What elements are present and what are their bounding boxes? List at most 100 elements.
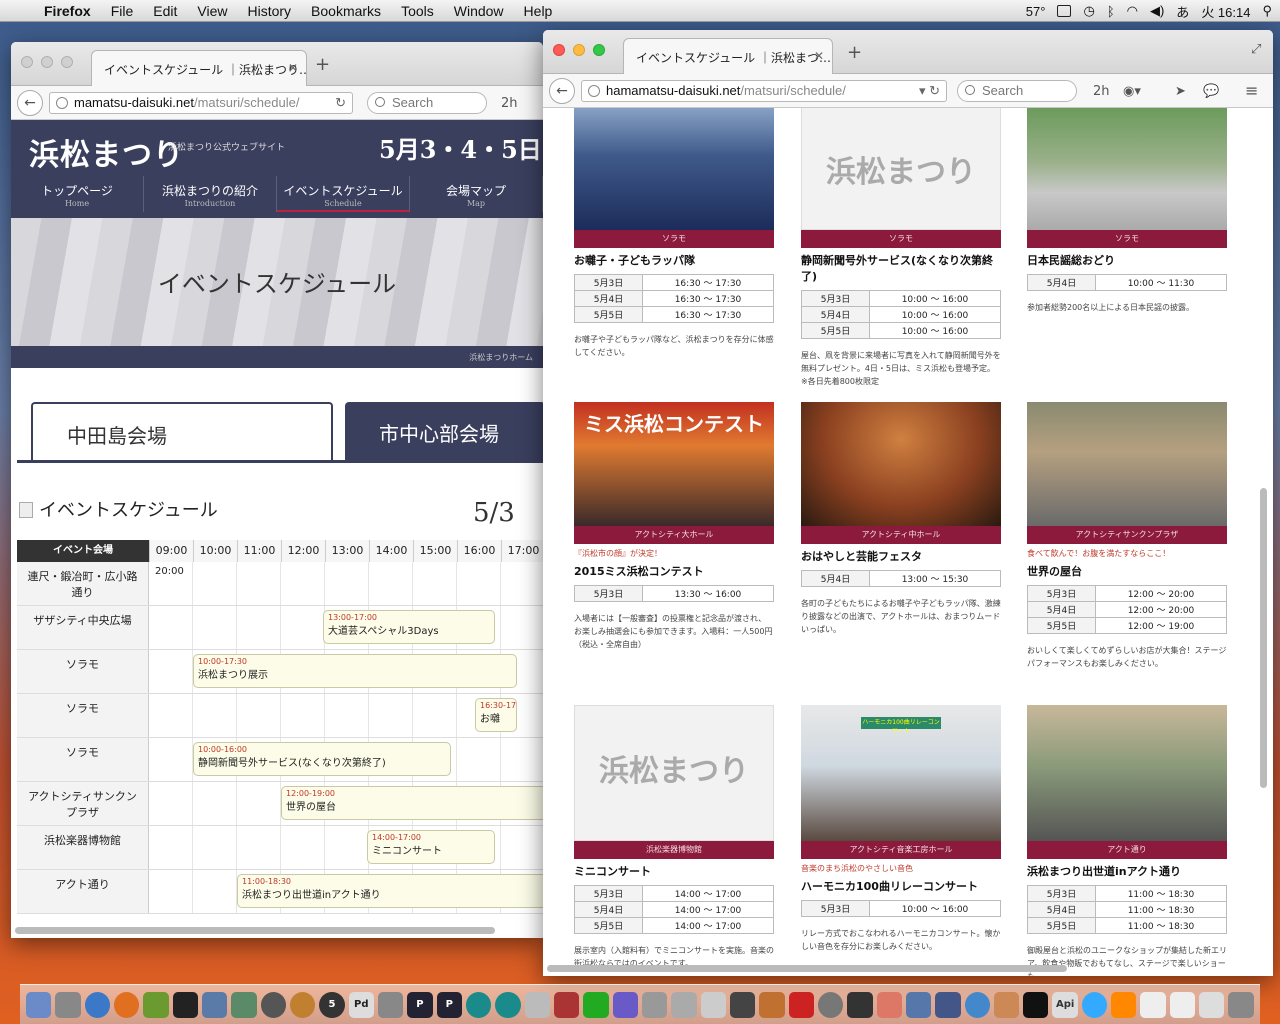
event-title[interactable]: 静岡新聞号外サービス(なくなり次第終了) (801, 252, 1001, 284)
media-icon[interactable] (553, 991, 580, 1018)
app-menu[interactable]: Firefox (34, 3, 101, 19)
image-capture-icon[interactable] (671, 991, 697, 1018)
horizontal-scrollbar[interactable] (547, 965, 1067, 972)
disk-utility-icon[interactable] (260, 991, 286, 1018)
event-card[interactable]: ミス浜松コンテスト アクトシティ大ホール 『浜松市の顔』が決定！ 2015ミス浜… (574, 402, 774, 651)
piano-icon[interactable] (729, 991, 756, 1018)
breadcrumb-home[interactable]: 浜松まつりホーム (469, 353, 533, 362)
globe-app-icon[interactable] (964, 991, 990, 1018)
tools-icon[interactable] (700, 991, 726, 1018)
pd-icon[interactable]: Pd (348, 991, 374, 1018)
quicktime-icon[interactable] (1081, 991, 1108, 1018)
temperature-status[interactable]: 57° (1026, 4, 1046, 19)
downloads-icon[interactable] (1199, 991, 1225, 1018)
url-bar[interactable]: hamamatsu-daisuki.net/matsuri/schedule/ … (581, 80, 947, 102)
terminal-icon[interactable] (172, 991, 198, 1018)
thunderbird-icon[interactable] (84, 991, 110, 1018)
event-block[interactable]: 13:00-17:00 大道芸スペシャル3Days (323, 610, 495, 644)
tab-schedule[interactable]: イベントスケジュール ｜浜松まつり… ✕ (91, 50, 307, 86)
trash-icon[interactable] (1228, 991, 1254, 1018)
event-block[interactable]: 12:00-19:00 世界の屋台 (281, 786, 543, 820)
event-title[interactable]: ミニコンサート (574, 863, 774, 879)
new-tab-button[interactable]: + (847, 42, 862, 63)
nav-map[interactable]: 会場マップ Map (410, 176, 543, 212)
hamburger-menu-icon[interactable]: ≡ (1245, 81, 1258, 100)
addon-icon[interactable]: ◉▾ (1123, 84, 1141, 99)
nav-schedule[interactable]: イベントスケジュール Schedule (277, 176, 410, 212)
vlc-icon[interactable] (1111, 991, 1137, 1018)
spotlight-search-icon[interactable]: ⚲ (1262, 3, 1272, 19)
event-title[interactable]: 世界の屋台 (1027, 563, 1227, 579)
menu-history[interactable]: History (237, 3, 301, 19)
event-block[interactable]: 14:00-17:00 ミニコンサート (367, 830, 495, 864)
tab-schedule[interactable]: イベントスケジュール ｜浜松まつ… ✕ (623, 38, 833, 74)
search-input[interactable]: Search (367, 92, 487, 114)
event-card[interactable]: アクト通り 浜松まつり出世道inアクト通り 5月3日 11:00 〜 18:30 … (1027, 705, 1227, 976)
fullscreen-icon[interactable]: ⤢ (1251, 42, 1261, 57)
hatena-bookmark-icon[interactable]: 2h (1093, 84, 1110, 99)
speaker-icon[interactable] (817, 991, 844, 1018)
guitar-icon[interactable] (759, 991, 785, 1018)
event-title[interactable]: おはやしと芸能フェスタ (801, 548, 1001, 564)
event-block[interactable]: 11:00-18:30 浜松まつり出世道inアクト通り (237, 874, 543, 908)
reload-icon[interactable]: ▾ ↻ (919, 81, 940, 101)
photo-icon[interactable] (905, 991, 932, 1018)
menu-edit[interactable]: Edit (143, 3, 187, 19)
preview-icon[interactable] (641, 991, 668, 1018)
app-badge-icon[interactable]: 5 (319, 991, 345, 1018)
arduino-alt-icon[interactable] (495, 991, 521, 1018)
event-card[interactable]: アクトシティサンクンプラザ 食べて飲んで！お腹を満たすならここ！ 世界の屋台 5… (1027, 402, 1227, 670)
system-preferences-icon[interactable] (55, 991, 81, 1018)
search-input[interactable]: Search (957, 80, 1077, 102)
activity-monitor-icon[interactable] (583, 991, 609, 1018)
installer-icon[interactable] (993, 991, 1020, 1018)
event-title[interactable]: お囃子・子どもラッパ隊 (574, 252, 774, 268)
close-window-button[interactable] (21, 56, 33, 68)
event-card[interactable]: ソラモ お囃子・子どもラッパ隊 5月3日 16:30 〜 17:30 5月4日 16… (574, 108, 774, 359)
menu-bookmarks[interactable]: Bookmarks (301, 3, 391, 19)
document-icon[interactable] (1140, 991, 1166, 1018)
close-tab-icon[interactable]: ✕ (814, 49, 824, 63)
event-card[interactable]: ハーモニカ100曲リレーコンサート アクトシティ音楽工房ホール 音楽のまち浜松の… (801, 705, 1001, 953)
chat-icon[interactable]: 💬 (1203, 84, 1219, 99)
nav-home[interactable]: トップページ Home (11, 176, 144, 212)
bird-icon[interactable] (876, 991, 902, 1018)
tab-city-center-venue[interactable]: 市中心部会場 (345, 402, 543, 462)
clock[interactable]: 火 16:14 (1201, 2, 1250, 21)
minimize-window-button[interactable] (573, 44, 585, 56)
site-logo[interactable]: 浜松まつり (29, 130, 184, 174)
menu-tools[interactable]: Tools (391, 3, 444, 19)
event-block[interactable]: 16:30-17: お囃 (475, 698, 517, 732)
airplane-icon[interactable] (524, 991, 550, 1018)
event-title[interactable]: 2015ミス浜松コンテスト (574, 563, 774, 579)
close-tab-icon[interactable]: ✕ (288, 61, 298, 75)
event-card[interactable]: 浜松まつり 浜松楽器博物館 ミニコンサート 5月3日 14:00 〜 17:00 … (574, 705, 774, 970)
menu-window[interactable]: Window (444, 3, 514, 19)
display-icon[interactable] (1057, 5, 1072, 17)
event-card[interactable]: アクトシティ中ホール おはやしと芸能フェスタ 5月4日 13:00 〜 15:30… (801, 402, 1001, 636)
back-button[interactable]: ← (549, 78, 575, 104)
back-button[interactable]: ← (17, 90, 43, 116)
document-alt-icon[interactable] (1169, 991, 1196, 1018)
tb-icon[interactable] (143, 991, 169, 1018)
event-block[interactable]: 10:00-17:30 浜松まつり展示 (193, 654, 517, 688)
processing-icon[interactable]: P (407, 991, 433, 1018)
vnc-viewer-icon[interactable] (231, 991, 257, 1018)
menu-file[interactable]: File (101, 3, 144, 19)
url-bar[interactable]: mamatsu-daisuki.net/matsuri/schedule/ ↻ (49, 92, 353, 114)
input-method-status[interactable]: あ (1176, 2, 1189, 21)
reload-icon[interactable]: ↻ (335, 93, 346, 113)
nav-introduction[interactable]: 浜松まつりの紹介 Introduction (144, 176, 277, 212)
zoom-window-button[interactable] (61, 56, 73, 68)
zoom-window-button[interactable] (593, 44, 605, 56)
tab-nakatajima-venue[interactable]: 中田島会場 (31, 402, 333, 462)
gear-icon[interactable] (289, 991, 316, 1018)
arduino-icon[interactable] (465, 991, 492, 1018)
brush-icon[interactable] (935, 991, 961, 1018)
send-icon[interactable]: ➤ (1175, 84, 1186, 99)
wifi-icon[interactable]: ◠ (1127, 3, 1138, 19)
api-icon[interactable]: Api (1052, 991, 1078, 1018)
vnc-icon[interactable] (201, 991, 228, 1018)
volume-icon[interactable]: ◀) (1150, 3, 1164, 19)
minimize-window-button[interactable] (41, 56, 53, 68)
